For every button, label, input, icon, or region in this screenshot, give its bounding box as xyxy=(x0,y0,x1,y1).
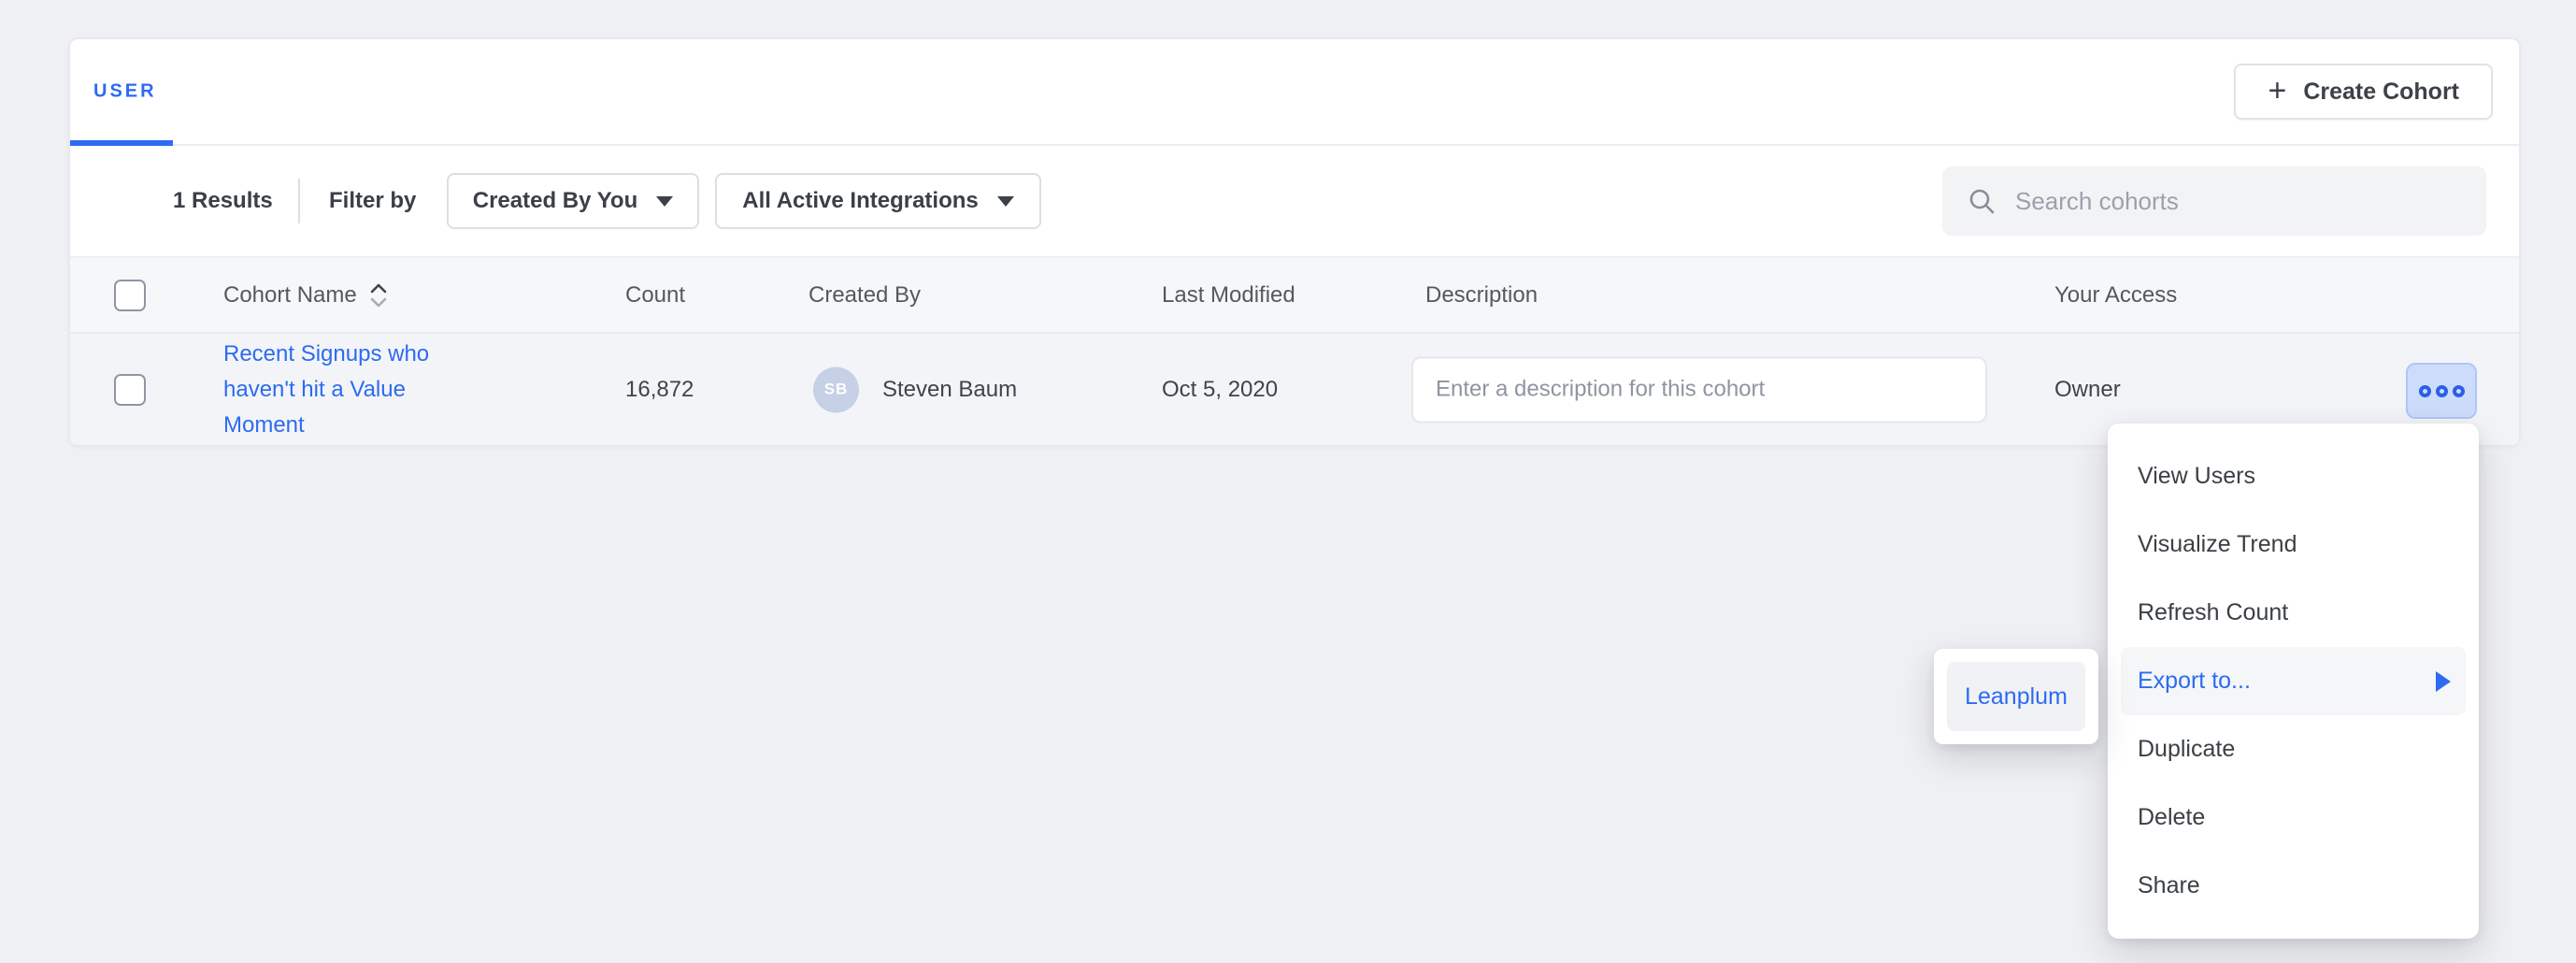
column-header-cohort-name[interactable]: Cohort Name xyxy=(223,281,389,309)
created-by-dropdown[interactable]: Created By You xyxy=(447,173,699,229)
menu-item-visualize-trend[interactable]: Visualize Trend xyxy=(2108,510,2479,579)
cohorts-card: USER + Create Cohort 1 Results Filter by… xyxy=(68,37,2521,447)
column-header-your-access[interactable]: Your Access xyxy=(2054,282,2177,309)
created-by-name: Steven Baum xyxy=(882,377,1017,403)
chevron-down-icon xyxy=(997,196,1014,207)
cohorts-page: USER + Create Cohort 1 Results Filter by… xyxy=(0,0,2576,963)
sort-arrows-icon xyxy=(368,281,389,309)
export-to-label: Export to... xyxy=(2138,668,2251,695)
filter-by-label: Filter by xyxy=(329,188,416,214)
select-all-checkbox[interactable] xyxy=(114,280,146,311)
menu-item-refresh-count[interactable]: Refresh Count xyxy=(2108,579,2479,647)
three-dots-icon xyxy=(2453,385,2465,397)
cohort-name-header-label: Cohort Name xyxy=(223,282,357,309)
table-header-row: Cohort Name Count Created By Last Modifi… xyxy=(70,258,2519,334)
integrations-dropdown[interactable]: All Active Integrations xyxy=(715,173,1041,229)
column-header-description[interactable]: Description xyxy=(1425,282,1538,309)
created-by-dropdown-label: Created By You xyxy=(473,188,638,214)
results-count: 1 Results xyxy=(173,188,273,214)
menu-item-view-users[interactable]: View Users xyxy=(2108,442,2479,510)
chevron-down-icon xyxy=(656,196,673,207)
submenu-item-leanplum[interactable]: Leanplum xyxy=(1947,662,2085,731)
last-modified-date: Oct 5, 2020 xyxy=(1162,377,1278,403)
cohort-count: 16,872 xyxy=(625,377,694,403)
create-cohort-label: Create Cohort xyxy=(2303,79,2459,106)
row-checkbox[interactable] xyxy=(114,374,146,406)
three-dots-icon xyxy=(2419,385,2431,397)
menu-item-export-to[interactable]: Export to... xyxy=(2121,647,2466,715)
cohort-name-link[interactable]: Recent Signups who haven't hit a Value M… xyxy=(223,337,465,443)
column-header-count[interactable]: Count xyxy=(625,282,685,309)
tab-user[interactable]: USER xyxy=(93,81,157,103)
menu-item-delete[interactable]: Delete xyxy=(2108,783,2479,852)
column-header-last-modified[interactable]: Last Modified xyxy=(1162,282,1295,309)
plus-icon: + xyxy=(2268,75,2286,107)
tab-bar: USER + Create Cohort xyxy=(70,39,2519,146)
arrow-right-icon xyxy=(2436,671,2451,692)
column-header-created-by[interactable]: Created By xyxy=(809,282,921,309)
search-cohorts-box[interactable] xyxy=(1942,166,2486,236)
search-input[interactable] xyxy=(2015,187,2462,216)
avatar: SB xyxy=(813,367,859,412)
three-dots-icon xyxy=(2436,385,2448,397)
search-icon xyxy=(1967,186,1996,216)
menu-item-duplicate[interactable]: Duplicate xyxy=(2108,715,2479,783)
row-actions-button[interactable] xyxy=(2406,363,2477,419)
row-actions-menu: View Users Visualize Trend Refresh Count… xyxy=(2108,424,2479,939)
description-input[interactable] xyxy=(1411,356,1987,423)
create-cohort-button[interactable]: + Create Cohort xyxy=(2234,64,2493,120)
filter-divider xyxy=(298,179,300,223)
export-submenu: Leanplum xyxy=(1934,649,2098,744)
integrations-dropdown-label: All Active Integrations xyxy=(742,188,979,214)
menu-item-share[interactable]: Share xyxy=(2108,852,2479,920)
filter-bar: 1 Results Filter by Created By You All A… xyxy=(70,146,2519,258)
access-level: Owner xyxy=(2054,377,2121,403)
